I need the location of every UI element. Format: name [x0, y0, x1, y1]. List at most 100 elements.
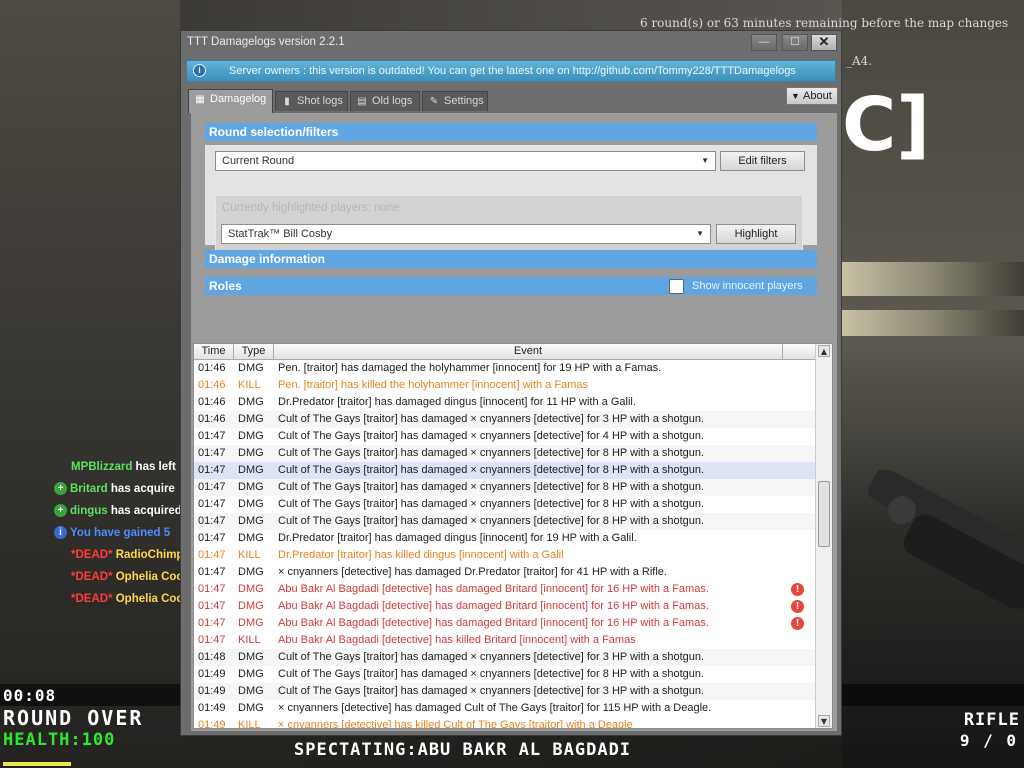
log-type: DMG	[238, 685, 264, 697]
scroll-thumb[interactable]	[818, 481, 830, 547]
warning-icon: !	[791, 600, 804, 613]
roles-header[interactable]: Roles Show innocent players	[205, 277, 817, 295]
calendar-icon: ▤	[357, 96, 367, 107]
log-time: 01:47	[198, 430, 226, 442]
window-titlebar[interactable]: TTT Damagelogs version 2.2.1 — ☐ ✕	[181, 31, 841, 53]
log-time: 01:47	[198, 566, 226, 578]
log-row[interactable]: 01:47 DMG Cult of The Gays [traitor] has d…	[194, 462, 816, 479]
maximize-button[interactable]: ☐	[782, 34, 808, 51]
log-row[interactable]: 01:47 DMG Abu Bakr Al Bagdadi [detective] …	[194, 615, 816, 632]
log-time: 01:46	[198, 413, 226, 425]
log-row[interactable]: 01:47 DMG Abu Bakr Al Bagdadi [detective] …	[194, 598, 816, 615]
wrench-icon: ✎	[429, 96, 439, 107]
close-button[interactable]: ✕	[811, 34, 837, 51]
log-event: Pen. [traitor] has damaged the holyhamme…	[278, 362, 662, 374]
info-icon: i	[193, 64, 206, 77]
log-event: Cult of The Gays [traitor] has damaged ×…	[278, 481, 705, 493]
ammo-count: 9 / 0	[959, 731, 1018, 750]
log-type: KILL	[238, 549, 261, 561]
column-extra[interactable]	[783, 344, 816, 359]
list-scrollbar[interactable]: ▲ ▼	[815, 344, 832, 728]
log-event: × cnyanners [detective] has damaged Dr.P…	[278, 566, 667, 578]
tab-label: Settings	[444, 95, 484, 107]
column-type[interactable]: Type	[234, 344, 274, 359]
chat-line: + dingus has acquired	[54, 500, 182, 522]
tab-shot-logs[interactable]: ▮ Shot logs	[275, 91, 348, 111]
log-time: 01:47	[198, 532, 226, 544]
chat-line: i You have gained 5	[54, 522, 182, 544]
log-row[interactable]: 01:48 DMG Cult of The Gays [traitor] has d…	[194, 649, 816, 666]
health-readout: HEALTH:100	[3, 730, 116, 750]
log-time: 01:49	[198, 702, 226, 714]
log-row[interactable]: 01:47 DMG Cult of The Gays [traitor] has d…	[194, 445, 816, 462]
chat-text: has acquired	[110, 505, 182, 517]
log-time: 01:47	[198, 617, 226, 629]
chat-line: + Britard has acquire	[54, 478, 182, 500]
log-row[interactable]: 01:47 DMG Cult of The Gays [traitor] has d…	[194, 479, 816, 496]
edit-filters-button[interactable]: Edit filters	[720, 151, 805, 171]
show-innocent-checkbox[interactable]	[669, 279, 684, 294]
chat-text: MPBlizzard	[71, 461, 136, 473]
chat-line: *DEAD* Ophelia Coo	[54, 588, 182, 610]
damagelogs-window: TTT Damagelogs version 2.2.1 — ☐ ✕ i Ser…	[180, 30, 842, 736]
log-row[interactable]: 01:49 KILL × cnyanners [detective] has kil…	[194, 717, 816, 728]
about-label: About	[803, 90, 832, 102]
log-type: KILL	[238, 634, 261, 646]
tab-old-logs[interactable]: ▤ Old logs	[350, 91, 420, 111]
filters-area: Current Round ▼ Edit filters Currently h…	[205, 145, 817, 253]
wall-light-stripe	[842, 262, 1024, 296]
log-row[interactable]: 01:46 DMG Cult of The Gays [traitor] has d…	[194, 411, 816, 428]
log-row[interactable]: 01:47 KILL Abu Bakr Al Bagdadi [detective]…	[194, 632, 816, 649]
log-time: 01:48	[198, 651, 226, 663]
log-row[interactable]: 01:47 DMG Abu Bakr Al Bagdadi [detective] …	[194, 581, 816, 598]
log-row[interactable]: 01:46 DMG Pen. [traitor] has damaged the h…	[194, 360, 816, 377]
chat-text: *DEAD*	[71, 571, 116, 583]
log-row[interactable]: 01:47 DMG Dr.Predator [traitor] has damage…	[194, 530, 816, 547]
warning-icon: !	[791, 583, 804, 596]
chat-text: has acquire	[110, 483, 175, 495]
highlight-button[interactable]: Highlight	[716, 224, 796, 244]
scroll-down-arrow-icon[interactable]: ▼	[818, 715, 830, 727]
log-row[interactable]: 01:46 KILL Pen. [traitor] has killed the h…	[194, 377, 816, 394]
round-selection-header[interactable]: Round selection/filters	[205, 123, 817, 141]
log-row[interactable]: 01:47 DMG Cult of The Gays [traitor] has d…	[194, 513, 816, 530]
tab-label: Old logs	[372, 95, 413, 107]
tab-label: Shot logs	[297, 95, 343, 107]
log-event: Cult of The Gays [traitor] has damaged ×…	[278, 668, 705, 680]
log-type: DMG	[238, 515, 264, 527]
column-time[interactable]: Time	[194, 344, 234, 359]
round-select[interactable]: Current Round ▼	[215, 151, 716, 171]
log-rows: 01:46 DMG Pen. [traitor] has damaged the h…	[194, 360, 816, 728]
chat-text: RadioChimp	[115, 549, 182, 561]
player-select[interactable]: StatTrak™ Bill Cosby ▼	[221, 224, 711, 244]
log-event: Cult of The Gays [traitor] has damaged ×…	[278, 651, 705, 663]
log-row[interactable]: 01:47 KILL Dr.Predator [traitor] has kille…	[194, 547, 816, 564]
info-icon: i	[54, 526, 67, 540]
log-event: × cnyanners [detective] has killed Cult …	[278, 719, 633, 728]
warning-icon: !	[791, 617, 804, 630]
log-time: 01:47	[198, 464, 226, 476]
log-time: 01:47	[198, 447, 226, 459]
log-row[interactable]: 01:46 DMG Dr.Predator [traitor] has damage…	[194, 394, 816, 411]
log-event: Cult of The Gays [traitor] has damaged ×…	[278, 498, 705, 510]
log-type: DMG	[238, 651, 264, 663]
log-row[interactable]: 01:47 DMG Cult of The Gays [traitor] has d…	[194, 428, 816, 445]
log-row[interactable]: 01:47 DMG × cnyanners [detective] has dama…	[194, 564, 816, 581]
game-background-left	[0, 0, 180, 768]
log-row[interactable]: 01:49 DMG Cult of The Gays [traitor] has d…	[194, 683, 816, 700]
minimize-button[interactable]: —	[751, 34, 777, 51]
damage-information-header[interactable]: Damage information	[205, 250, 817, 268]
tab-damagelog[interactable]: ▦ Damagelog	[188, 89, 273, 113]
table-icon: ▦	[195, 94, 205, 105]
tab-settings[interactable]: ✎ Settings	[422, 91, 488, 111]
scroll-up-arrow-icon[interactable]: ▲	[818, 345, 830, 357]
log-type: DMG	[238, 396, 264, 408]
log-row[interactable]: 01:47 DMG Cult of The Gays [traitor] has d…	[194, 496, 816, 513]
column-event[interactable]: Event	[274, 344, 783, 359]
log-row[interactable]: 01:49 DMG × cnyanners [detective] has dama…	[194, 700, 816, 717]
log-row[interactable]: 01:49 DMG Cult of The Gays [traitor] has d…	[194, 666, 816, 683]
log-time: 01:49	[198, 719, 226, 728]
highlight-box: Currently highlighted players: none Stat…	[215, 195, 803, 253]
about-button[interactable]: ▼ About	[786, 87, 838, 105]
log-type: DMG	[238, 668, 264, 680]
